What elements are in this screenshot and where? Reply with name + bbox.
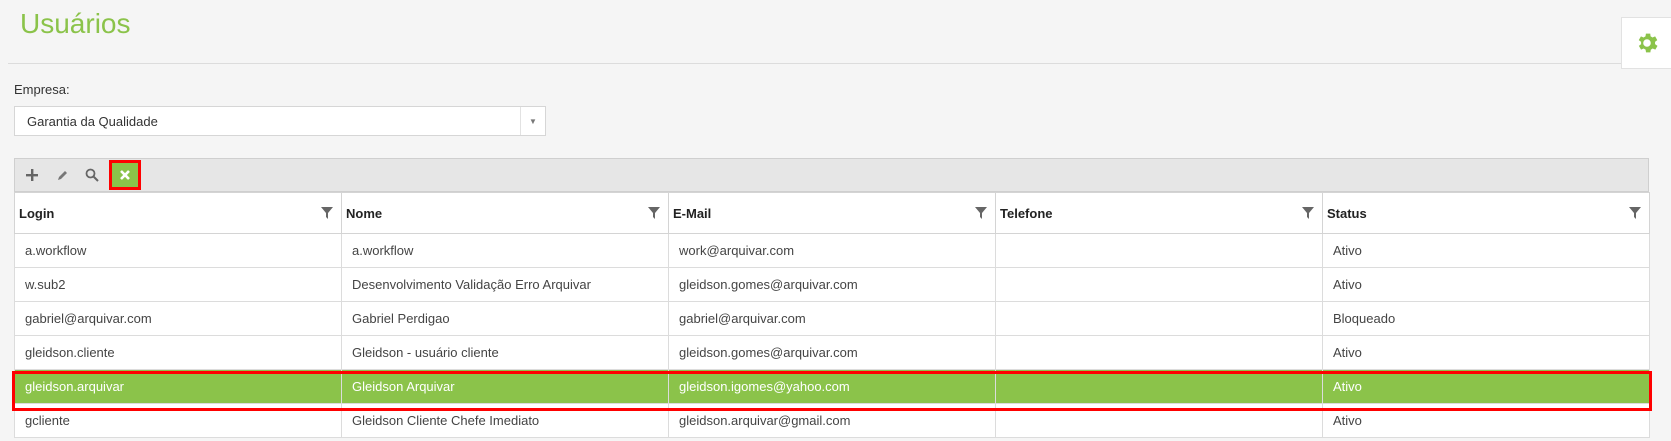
filter-icon[interactable]	[321, 207, 333, 219]
empresa-label: Empresa:	[14, 82, 70, 97]
cell-status: Ativo	[1322, 335, 1650, 370]
table-row[interactable]: w.sub2 Desenvolvimento Validação Erro Ar…	[14, 267, 1650, 302]
edit-button[interactable]	[47, 159, 77, 191]
cell-login: a.workflow	[14, 233, 342, 268]
cell-login: gcliente	[14, 403, 342, 438]
table-header-row: Login Nome E-Mail Telefone Status	[14, 192, 1650, 234]
table-row-selected[interactable]: gleidson.arquivar Gleidson Arquivar glei…	[14, 369, 1650, 404]
cell-nome: Gleidson - usuário cliente	[341, 335, 669, 370]
cell-telefone	[995, 369, 1323, 404]
cell-email: gleidson.gomes@arquivar.com	[668, 267, 996, 302]
cell-nome: Gleidson Cliente Chefe Imediato	[341, 403, 669, 438]
column-header-status[interactable]: Status	[1322, 192, 1650, 234]
close-icon	[120, 170, 130, 180]
cell-nome: Gabriel Perdigao	[341, 301, 669, 336]
filter-icon[interactable]	[1629, 207, 1641, 219]
cell-login: w.sub2	[14, 267, 342, 302]
column-header-email[interactable]: E-Mail	[668, 192, 996, 234]
cell-telefone	[995, 335, 1323, 370]
users-table: Login Nome E-Mail Telefone Status a.work…	[14, 192, 1650, 438]
cell-status: Ativo	[1322, 369, 1650, 404]
cell-login: gleidson.cliente	[14, 335, 342, 370]
cell-email: gleidson.arquivar@gmail.com	[668, 403, 996, 438]
cell-login: gleidson.arquivar	[14, 369, 342, 404]
plus-icon	[26, 169, 38, 181]
cell-status: Ativo	[1322, 267, 1650, 302]
add-button[interactable]	[17, 159, 47, 191]
cell-email: work@arquivar.com	[668, 233, 996, 268]
filter-icon[interactable]	[1302, 207, 1314, 219]
search-button[interactable]	[77, 159, 107, 191]
cell-nome: Desenvolvimento Validação Erro Arquivar	[341, 267, 669, 302]
search-icon	[85, 168, 99, 182]
cell-telefone	[995, 403, 1323, 438]
cell-telefone	[995, 233, 1323, 268]
column-header-telefone[interactable]: Telefone	[995, 192, 1323, 234]
settings-button[interactable]	[1621, 17, 1671, 69]
title-divider	[8, 63, 1671, 64]
cell-email: gabriel@arquivar.com	[668, 301, 996, 336]
table-row[interactable]: gabriel@arquivar.com Gabriel Perdigao ga…	[14, 301, 1650, 336]
clear-filter-button[interactable]	[109, 160, 141, 190]
cell-nome: Gleidson Arquivar	[341, 369, 669, 404]
column-header-login[interactable]: Login	[14, 192, 342, 234]
cell-telefone	[995, 301, 1323, 336]
empresa-select[interactable]: Garantia da Qualidade ▼	[14, 106, 546, 136]
cell-login: gabriel@arquivar.com	[14, 301, 342, 336]
grid-toolbar	[14, 158, 1649, 192]
cell-status: Ativo	[1322, 233, 1650, 268]
table-row[interactable]: gleidson.cliente Gleidson - usuário clie…	[14, 335, 1650, 370]
page-title: Usuários	[20, 8, 131, 39]
cell-status: Bloqueado	[1322, 301, 1650, 336]
filter-icon[interactable]	[648, 207, 660, 219]
table-row[interactable]: gcliente Gleidson Cliente Chefe Imediato…	[14, 403, 1650, 438]
column-header-nome[interactable]: Nome	[341, 192, 669, 234]
pencil-icon	[57, 170, 67, 180]
cell-telefone	[995, 267, 1323, 302]
gear-icon	[1638, 33, 1658, 53]
table-row[interactable]: a.workflow a.workflow work@arquivar.com …	[14, 233, 1650, 268]
cell-email: gleidson.gomes@arquivar.com	[668, 335, 996, 370]
cell-email: gleidson.igomes@yahoo.com	[668, 369, 996, 404]
chevron-down-icon[interactable]: ▼	[520, 107, 545, 135]
filter-icon[interactable]	[975, 207, 987, 219]
cell-status: Ativo	[1322, 403, 1650, 438]
cell-nome: a.workflow	[341, 233, 669, 268]
empresa-select-value: Garantia da Qualidade	[27, 114, 158, 129]
